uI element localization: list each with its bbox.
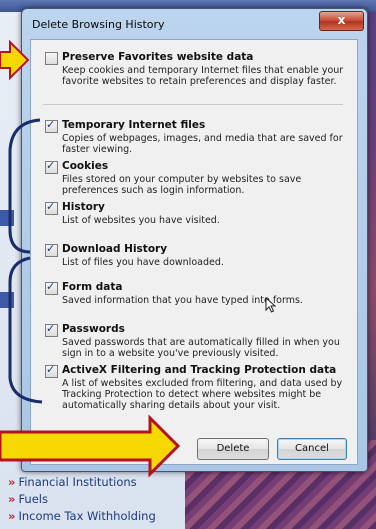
annotation-layer <box>0 39 181 478</box>
annotation-arrow-icon <box>0 414 181 478</box>
annotation-bracket-icon <box>8 256 43 404</box>
annotation-arrow-icon <box>0 39 30 81</box>
annotation-bracket-icon <box>8 118 41 254</box>
